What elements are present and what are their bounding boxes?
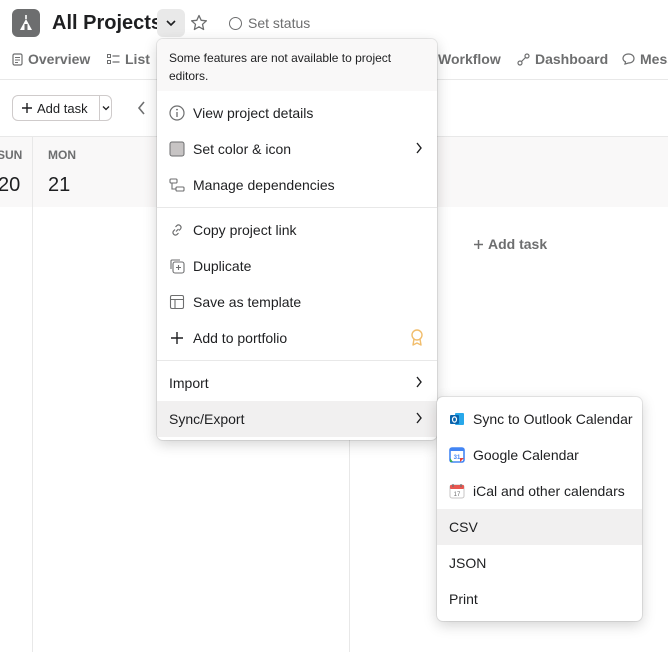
day-name-sun: SUN xyxy=(0,148,23,162)
menu-item-duplicate[interactable]: Duplicate xyxy=(157,248,437,284)
tab-dashboard-label: Dashboard xyxy=(535,51,609,67)
menu-item-label: Duplicate xyxy=(193,258,252,274)
submenu-item-print[interactable]: Print xyxy=(437,581,642,617)
submenu-item-google-calendar[interactable]: 31 Google Calendar xyxy=(437,437,642,473)
menu-item-label: Add to portfolio xyxy=(193,330,288,346)
tab-workflow[interactable]: Workflow xyxy=(438,51,501,67)
menu-item-save-as-template[interactable]: Save as template xyxy=(157,284,437,320)
previous-week-chevron-icon[interactable] xyxy=(136,100,148,116)
info-icon xyxy=(169,105,185,121)
submenu-item-label: Print xyxy=(449,591,478,607)
duplicate-icon xyxy=(169,258,185,274)
dependencies-icon xyxy=(169,177,185,193)
tab-overview[interactable]: Overview xyxy=(12,51,90,67)
menu-item-manage-dependencies[interactable]: Manage dependencies xyxy=(157,167,437,203)
menu-item-label: Manage dependencies xyxy=(193,177,335,193)
menu-item-sync-export[interactable]: Sync/Export xyxy=(157,401,437,437)
set-status-label: Set status xyxy=(248,15,311,31)
tab-dashboard[interactable]: Dashboard xyxy=(517,51,608,67)
google-calendar-icon: 31 xyxy=(449,447,465,463)
tab-messages[interactable]: Mess xyxy=(622,51,668,67)
outlook-icon xyxy=(449,411,465,427)
day-name-mon: MON xyxy=(48,148,76,162)
svg-text:17: 17 xyxy=(454,492,461,498)
ical-icon: 17 xyxy=(449,483,465,499)
plus-icon xyxy=(169,330,185,346)
tab-workflow-label: Workflow xyxy=(438,51,501,67)
day-number-sun: 20 xyxy=(0,174,21,196)
tab-list[interactable]: List xyxy=(107,51,150,67)
submenu-item-label: Sync to Outlook Calendar xyxy=(473,411,633,427)
calendar-add-task-button[interactable]: Add task xyxy=(473,236,547,252)
add-task-button[interactable]: Add task xyxy=(13,96,100,120)
submenu-item-outlook[interactable]: Sync to Outlook Calendar xyxy=(437,401,642,437)
set-status-button[interactable]: Set status xyxy=(229,15,310,31)
plus-icon xyxy=(22,103,32,113)
menu-item-label: Set color & icon xyxy=(193,141,292,157)
calendar-column-divider xyxy=(32,137,33,652)
submenu-item-json[interactable]: JSON xyxy=(437,545,642,581)
add-task-label: Add task xyxy=(37,100,88,116)
day-number-mon: 21 xyxy=(48,174,71,196)
submenu-item-label: Google Calendar xyxy=(473,447,579,463)
document-icon xyxy=(12,52,23,66)
tab-messages-label: Mess xyxy=(640,51,668,67)
chevron-right-icon xyxy=(415,375,423,389)
tab-overview-label: Overview xyxy=(28,51,91,67)
template-icon xyxy=(169,294,185,310)
submenu-item-label: JSON xyxy=(449,555,487,571)
menu-item-add-to-portfolio[interactable]: Add to portfolio xyxy=(157,320,437,356)
submenu-item-csv[interactable]: CSV xyxy=(437,509,642,545)
upgrade-badge-icon xyxy=(410,329,424,347)
menu-item-label: Save as template xyxy=(193,294,302,310)
menu-item-label: Sync/Export xyxy=(169,411,245,427)
submenu-item-label: iCal and other calendars xyxy=(473,483,625,499)
menu-divider xyxy=(157,207,437,208)
menu-divider xyxy=(157,360,437,361)
submenu-item-ical[interactable]: 17 iCal and other calendars xyxy=(437,473,642,509)
menu-item-copy-project-link[interactable]: Copy project link xyxy=(157,212,437,248)
submenu-item-label: CSV xyxy=(449,519,478,535)
calendar-add-task-label: Add task xyxy=(488,236,548,252)
message-icon xyxy=(622,53,635,65)
svg-text:31: 31 xyxy=(454,455,461,461)
add-task-dropdown-chevron-icon[interactable] xyxy=(100,96,111,120)
list-icon xyxy=(107,53,120,64)
editor-permission-note: Some features are not available to proje… xyxy=(157,39,437,91)
menu-item-set-color-icon[interactable]: Set color & icon xyxy=(157,131,437,167)
project-actions-chevron-icon[interactable] xyxy=(157,9,185,37)
dashboard-icon xyxy=(517,52,530,66)
project-actions-menu: Some features are not available to proje… xyxy=(157,39,437,440)
tab-list-label: List xyxy=(125,51,150,67)
plus-icon xyxy=(474,239,483,249)
sync-export-submenu: Sync to Outlook Calendar 31 Google Calen… xyxy=(437,397,642,621)
status-circle-icon xyxy=(229,16,242,30)
menu-item-view-project-details[interactable]: View project details xyxy=(157,95,437,131)
menu-item-label: Copy project link xyxy=(193,222,297,238)
star-icon[interactable] xyxy=(189,13,209,33)
menu-item-import[interactable]: Import xyxy=(157,365,437,401)
add-task-split-button[interactable]: Add task xyxy=(12,95,112,121)
chevron-right-icon xyxy=(415,411,423,425)
menu-item-label: View project details xyxy=(193,105,314,121)
link-icon xyxy=(169,222,185,238)
menu-item-label: Import xyxy=(169,375,209,391)
chevron-right-icon xyxy=(415,141,423,155)
project-icon[interactable] xyxy=(12,9,40,37)
color-swatch-icon xyxy=(169,141,185,157)
project-title[interactable]: All Projects xyxy=(52,12,162,35)
